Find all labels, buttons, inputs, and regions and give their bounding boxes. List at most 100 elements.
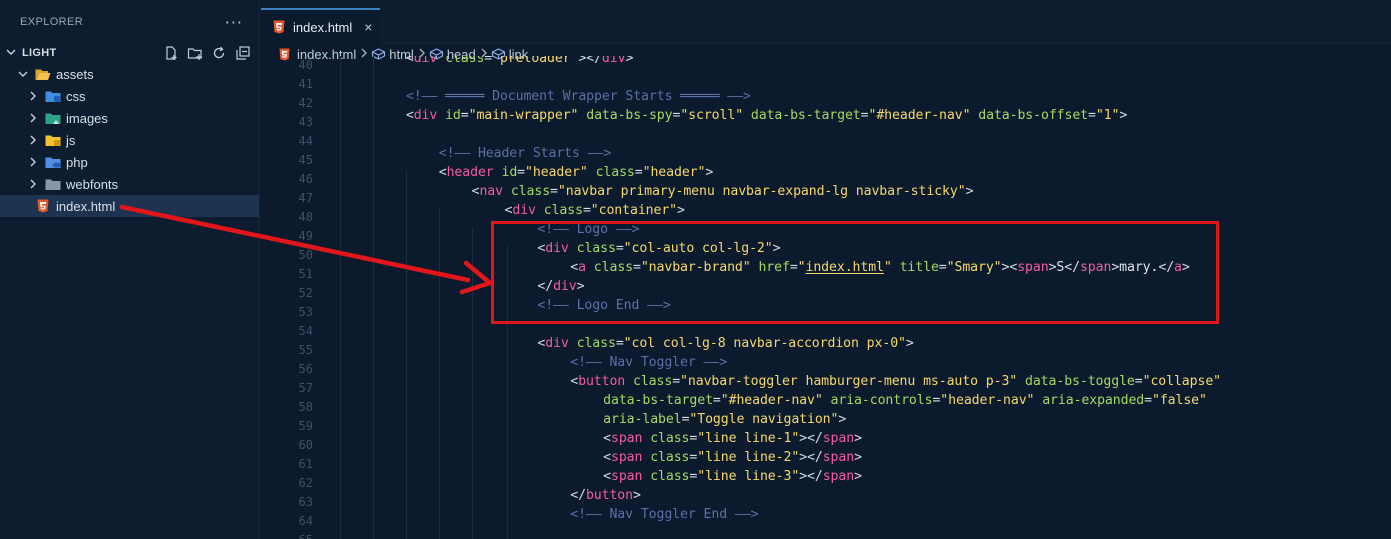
code-token: class bbox=[510, 184, 551, 199]
code-token: "col col-lg-8 navbar-accordion px-0" bbox=[623, 336, 906, 351]
code-line[interactable]: <!—— Logo End ——> bbox=[537, 296, 670, 315]
explorer-sidebar: EXPLORER ··· LIGHT assets css images js … bbox=[0, 0, 260, 539]
code-line[interactable]: <header id="header" class="header"> bbox=[438, 163, 714, 182]
code-line[interactable]: <!—— ═════ Document Wrapper Starts ═════… bbox=[406, 87, 751, 106]
indent-guide bbox=[439, 208, 440, 539]
code-token: </ bbox=[537, 279, 554, 294]
code-token: > bbox=[705, 165, 714, 180]
code-token: > bbox=[625, 56, 634, 66]
new-file-icon[interactable] bbox=[163, 45, 179, 61]
code-token: = bbox=[633, 260, 641, 275]
code-line[interactable]: <div class="col-auto col-lg-2"> bbox=[537, 239, 780, 258]
code-token: > bbox=[854, 469, 862, 484]
code-token: > bbox=[772, 241, 781, 256]
code-token: ></ bbox=[799, 431, 823, 446]
code-token: a bbox=[578, 260, 586, 275]
code-token: > bbox=[854, 450, 862, 465]
code-line[interactable]: <div class="preloader"></div> bbox=[406, 56, 634, 68]
code-token: "header-nav" bbox=[940, 393, 1035, 408]
code-token: class bbox=[445, 56, 485, 66]
code-line[interactable]: </div> bbox=[537, 277, 584, 296]
code-line[interactable]: <!—— Nav Toggler End ——> bbox=[570, 505, 758, 524]
code-token: < bbox=[405, 108, 414, 123]
folder-webfonts[interactable]: webfonts bbox=[0, 173, 259, 195]
code-token: = bbox=[615, 336, 624, 351]
tab-index-html[interactable]: index.html × bbox=[261, 8, 380, 44]
code-token: ></ bbox=[578, 56, 602, 66]
code-token: button bbox=[585, 488, 633, 503]
code-line[interactable]: <div id="main-wrapper" data-bs-spy="scro… bbox=[406, 106, 1127, 125]
code-line[interactable]: </button> bbox=[570, 486, 641, 505]
collapse-all-icon[interactable] bbox=[235, 45, 251, 61]
code-token: < bbox=[603, 469, 611, 484]
folder-php[interactable]: php bbox=[0, 151, 259, 173]
code-token: "header" bbox=[525, 165, 588, 180]
code-token: span bbox=[611, 431, 643, 446]
code-editor[interactable]: 40 41 42 43 44 45 46 47 48 49 50 51 52 5… bbox=[261, 56, 1391, 539]
code-token: ></ bbox=[799, 450, 823, 465]
code-token: > bbox=[633, 488, 641, 503]
code-token: <!—— Logo End ——> bbox=[537, 298, 671, 313]
code-token: ></ bbox=[799, 469, 823, 484]
more-actions-icon[interactable]: ··· bbox=[225, 13, 243, 32]
folder-assets[interactable]: assets bbox=[0, 63, 259, 85]
tree-item-label: js bbox=[66, 132, 76, 148]
editor-tab-bar: index.html × bbox=[261, 0, 1391, 44]
line-number: 41 bbox=[298, 77, 313, 91]
folder-js[interactable]: js bbox=[0, 129, 259, 151]
chevron-down-icon bbox=[6, 47, 20, 60]
workspace-root[interactable]: LIGHT bbox=[0, 43, 259, 63]
code-token: " bbox=[883, 260, 892, 275]
code-token: class bbox=[650, 469, 690, 484]
code-line[interactable]: data-bs-target="#header-nav" aria-contro… bbox=[603, 391, 1207, 410]
code-token: "navbar primary-menu navbar-expand-lg na… bbox=[557, 184, 966, 199]
line-number: 43 bbox=[298, 115, 313, 129]
tree-item-label: css bbox=[66, 88, 86, 104]
code-line[interactable]: <nav class="navbar primary-menu navbar-e… bbox=[472, 182, 974, 201]
close-icon[interactable]: × bbox=[364, 19, 372, 35]
code-line[interactable]: aria-label="Toggle navigation"> bbox=[603, 410, 846, 429]
code-token: "preloader" bbox=[492, 56, 579, 66]
new-folder-icon[interactable] bbox=[187, 45, 203, 61]
code-line[interactable]: <!—— Nav Toggler ——> bbox=[570, 353, 727, 372]
code-line[interactable]: <!—— Header Starts ——> bbox=[439, 144, 612, 163]
code-token: class bbox=[576, 241, 616, 256]
code-token: = bbox=[517, 165, 526, 180]
code-token: aria-controls bbox=[830, 393, 933, 408]
code-token: data-bs-spy bbox=[586, 108, 673, 123]
code-token: <!—— Nav Toggler End ——> bbox=[570, 507, 759, 522]
file-index-html[interactable]: index.html bbox=[0, 195, 259, 217]
explorer-header: EXPLORER ··· bbox=[0, 0, 259, 44]
folder-css[interactable]: css bbox=[0, 85, 259, 107]
code-token: class bbox=[576, 336, 616, 351]
code-token: href bbox=[758, 260, 790, 275]
code-token: "1" bbox=[1095, 108, 1120, 123]
folder-open-icon bbox=[34, 67, 52, 81]
code-token: "navbar-toggler hamburger-menu ms-auto p… bbox=[680, 374, 1018, 389]
code-line[interactable]: <!—— Logo ——> bbox=[537, 220, 639, 239]
code-line[interactable]: <button class="navbar-toggler hamburger-… bbox=[570, 372, 1221, 391]
code-token: "line line-2" bbox=[697, 450, 800, 465]
tree-item-label: assets bbox=[56, 66, 94, 82]
code-token: span bbox=[611, 450, 643, 465]
code-line[interactable]: <span class="line line-3"></span> bbox=[603, 467, 862, 486]
code-token: nav bbox=[479, 184, 503, 199]
images-folder-icon bbox=[44, 111, 62, 125]
code-line[interactable]: <span class="line line-1"></span> bbox=[603, 429, 862, 448]
code-token: < bbox=[438, 165, 447, 180]
code-line[interactable]: <div class="container"> bbox=[505, 201, 685, 220]
code-token: mary. bbox=[1119, 260, 1159, 275]
line-number: 64 bbox=[298, 514, 313, 528]
code-token: class bbox=[650, 450, 690, 465]
refresh-icon[interactable] bbox=[211, 45, 227, 61]
code-line[interactable]: <div class="col col-lg-8 navbar-accordio… bbox=[537, 334, 913, 353]
code-token: </ bbox=[570, 488, 586, 503]
code-token: = bbox=[1134, 374, 1143, 389]
code-token: "#header-nav" bbox=[720, 393, 823, 408]
code-line[interactable]: <a class="navbar-brand" href="index.html… bbox=[570, 258, 1190, 277]
code-token: < bbox=[603, 431, 611, 446]
folder-images[interactable]: images bbox=[0, 107, 259, 129]
code-line[interactable]: <span class="line line-2"></span> bbox=[603, 448, 862, 467]
